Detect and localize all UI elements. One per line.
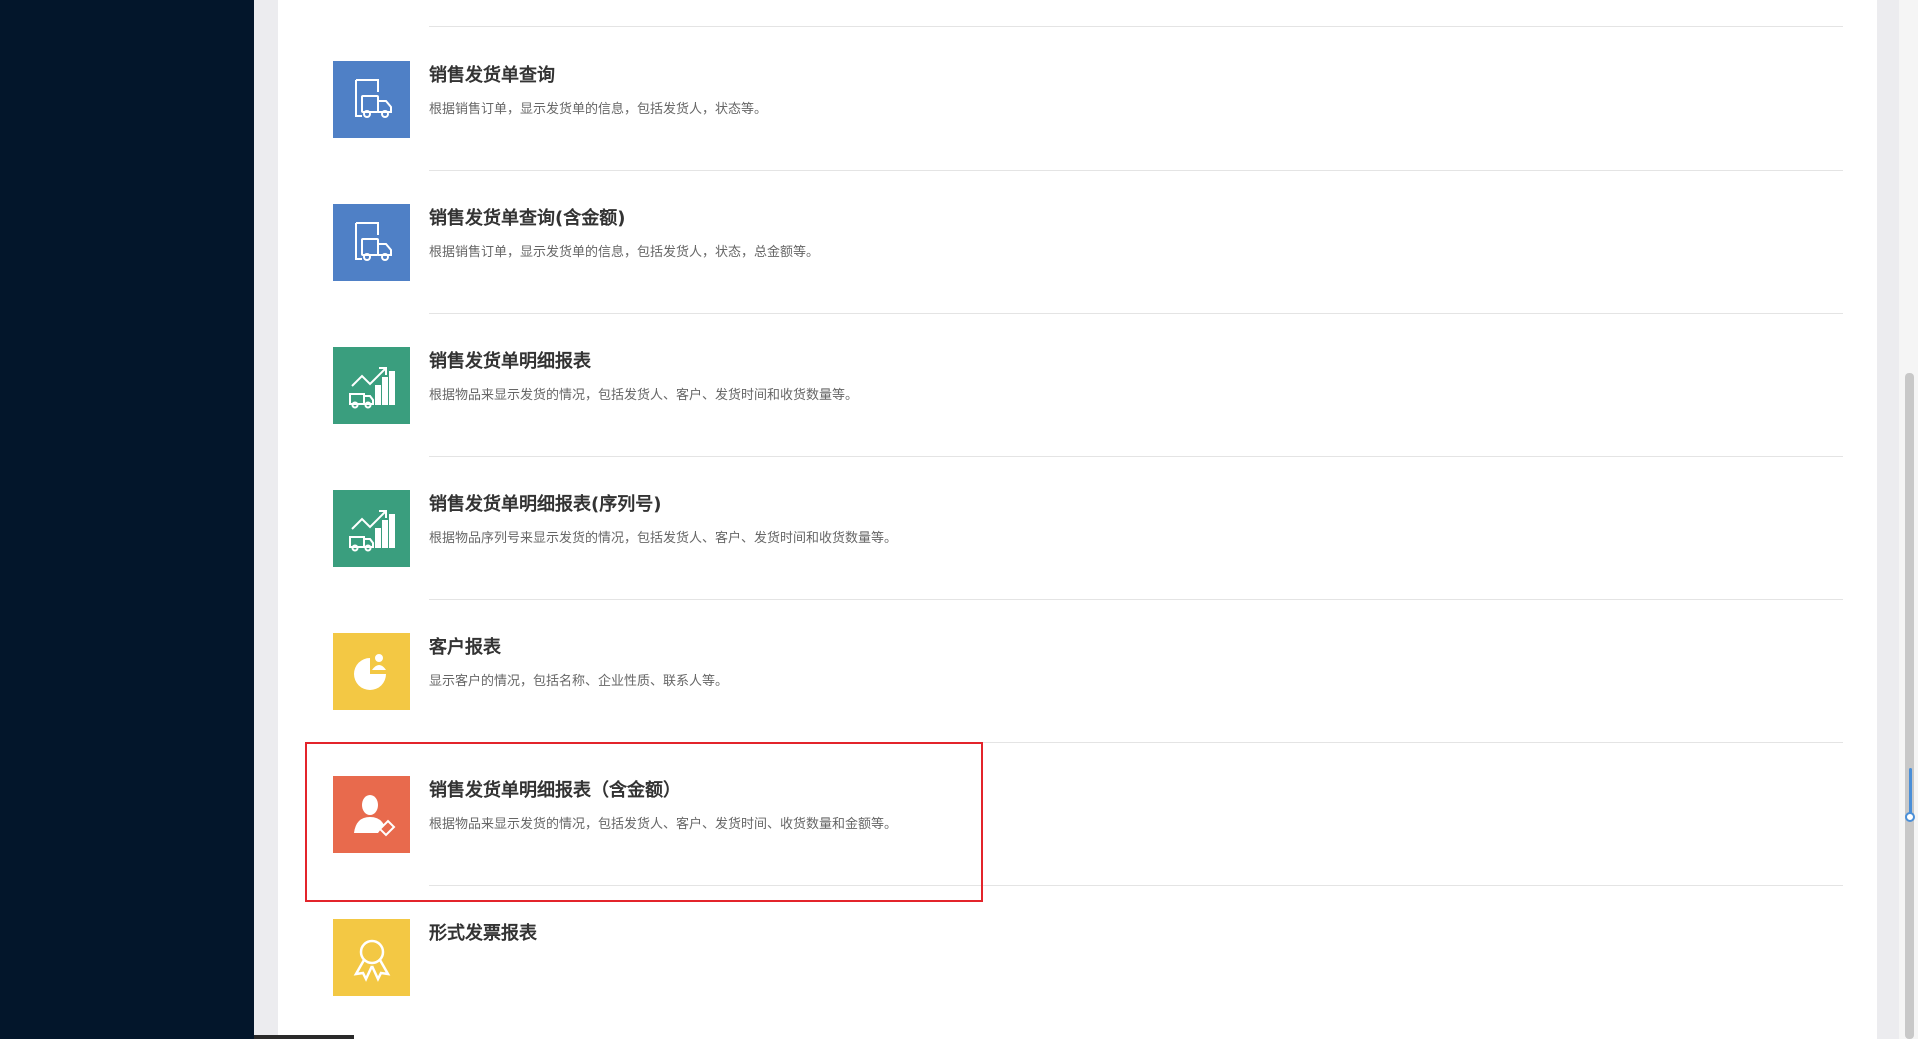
report-item[interactable]: 销售发货单明细报表（含金额） 根据物品来显示发货的情况，包括发货人、客户、发货时…: [333, 709, 1843, 853]
divider: [429, 313, 1843, 314]
report-title[interactable]: 销售发货单明细报表（含金额）: [429, 776, 681, 802]
report-title[interactable]: 形式发票报表: [429, 919, 537, 945]
report-title[interactable]: 销售发货单查询: [429, 61, 555, 87]
right-gutter: [1877, 0, 1899, 1039]
report-tile[interactable]: [333, 633, 410, 710]
report-item[interactable]: 形式发票报表: [333, 852, 1843, 996]
report-tile[interactable]: [333, 347, 410, 424]
truck-document-icon: [354, 78, 392, 118]
report-tile[interactable]: [333, 919, 410, 996]
report-description: 显示客户的情况，包括名称、企业性质、联系人等。: [429, 674, 729, 689]
truck-chart-icon: [348, 366, 395, 408]
divider: [429, 26, 1843, 27]
report-title[interactable]: 客户报表: [429, 633, 501, 659]
report-tile[interactable]: [333, 776, 410, 853]
report-title[interactable]: 销售发货单明细报表(序列号): [429, 490, 661, 516]
divider: [429, 170, 1843, 171]
divider: [429, 456, 1843, 457]
report-tile[interactable]: [333, 204, 410, 281]
truck-chart-icon: [348, 509, 395, 551]
report-tile[interactable]: [333, 490, 410, 567]
report-item[interactable]: 销售发货单查询 根据销售订单，显示发货单的信息，包括发货人，状态等。: [333, 0, 1843, 138]
report-description: 根据物品来显示发货的情况，包括发货人、客户、发货时间、收货数量和金额等。: [429, 817, 898, 832]
report-description: 根据销售订单，显示发货单的信息，包括发货人，状态等。: [429, 102, 768, 117]
report-item[interactable]: 客户报表 显示客户的情况，包括名称、企业性质、联系人等。: [333, 566, 1843, 710]
report-title[interactable]: 销售发货单明细报表: [429, 347, 591, 373]
divider: [429, 885, 1843, 886]
report-item[interactable]: 销售发货单查询(含金额) 根据销售订单，显示发货单的信息，包括发货人，状态，总金…: [333, 137, 1843, 281]
divider: [429, 599, 1843, 600]
bottom-tab-strip: [254, 1035, 354, 1039]
report-title[interactable]: 销售发货单查询(含金额): [429, 204, 625, 230]
report-tile[interactable]: [333, 61, 410, 138]
sidebar: [0, 0, 254, 1039]
person-tag-icon: [353, 794, 395, 836]
pie-chart-person-icon: [353, 653, 386, 690]
report-item[interactable]: 销售发货单明细报表 根据物品来显示发货的情况，包括发货人、客户、发货时间和收货数…: [333, 280, 1843, 424]
report-item[interactable]: 销售发货单明细报表(序列号) 根据物品序列号来显示发货的情况，包括发货人、客户、…: [333, 423, 1843, 567]
scroll-position-dot: [1905, 812, 1915, 822]
report-description: 根据销售订单，显示发货单的信息，包括发货人，状态，总金额等。: [429, 245, 820, 260]
report-description: 根据物品来显示发货的情况，包括发货人、客户、发货时间和收货数量等。: [429, 388, 859, 403]
award-ribbon-icon: [353, 939, 390, 982]
scrollbar-thumb[interactable]: [1905, 373, 1914, 1039]
truck-document-icon: [354, 221, 392, 261]
left-gutter: [254, 0, 278, 1039]
divider: [429, 742, 1843, 743]
report-description: 根据物品序列号来显示发货的情况，包括发货人、客户、发货时间和收货数量等。: [429, 531, 898, 546]
